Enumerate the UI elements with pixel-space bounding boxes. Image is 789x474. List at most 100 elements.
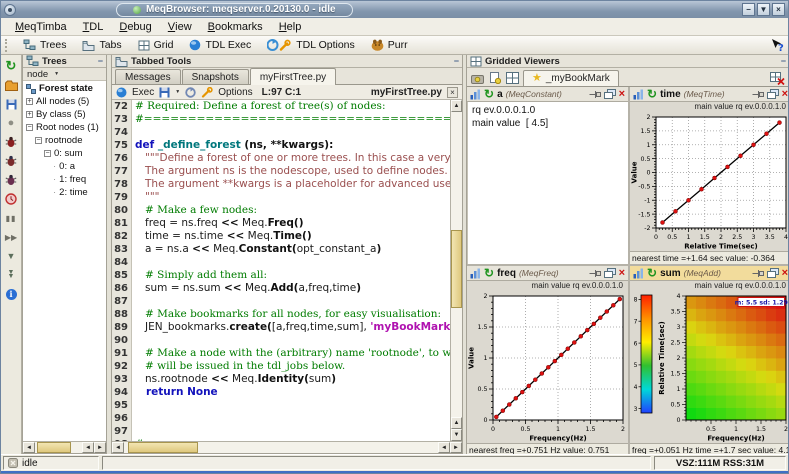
freq-plot[interactable]: 00.511.5200.511.52Frequency(Hz)Value [467, 291, 628, 443]
exec-icon[interactable] [116, 87, 127, 98]
pin-icon[interactable] [752, 269, 764, 278]
tree-item-root-nodes-1-[interactable]: −Root nodes (1) [23, 121, 106, 134]
down-icon[interactable]: ▼ [3, 248, 20, 264]
trees-hscrollbar[interactable]: ◄ ◄ ► [23, 441, 106, 453]
tree-expander-icon[interactable]: + [26, 98, 33, 105]
save-dropdown-icon[interactable]: ▼ [175, 89, 180, 95]
grid-layout-icon[interactable] [505, 70, 520, 86]
tree-expander-icon[interactable]: − [44, 150, 51, 157]
scroll-left-button[interactable]: ◄ [438, 442, 450, 453]
code-editor[interactable]: 72# Required: Define a forest of tree(s)… [112, 100, 450, 441]
float-icon[interactable] [767, 268, 779, 278]
options-icon[interactable] [201, 87, 213, 98]
options-button[interactable]: Options [218, 87, 252, 98]
toolbar-tabs[interactable]: Tabs [74, 37, 129, 54]
tree-item-forest-state[interactable]: Forest state [23, 82, 106, 95]
trees-minimize-button[interactable]: − [98, 56, 103, 66]
menu-debug[interactable]: Debug [111, 18, 159, 35]
scroll-up-button[interactable]: ▲ [451, 417, 462, 429]
scroll-left-button[interactable]: ◄ [112, 442, 124, 453]
close-icon[interactable]: × [619, 89, 625, 100]
refresh-icon[interactable]: ↻ [647, 267, 657, 279]
info-icon[interactable]: i [3, 286, 20, 302]
tree-item-0-sum[interactable]: −0: sum [23, 147, 106, 160]
tree-item-rootnode[interactable]: −rootnode [23, 134, 106, 147]
a-viewer-header[interactable]: ↻ a (MeqConstant) × [467, 87, 628, 102]
scroll-right-button[interactable]: ► [450, 442, 462, 453]
scroll-right-button[interactable]: ► [94, 442, 106, 453]
publish-icon[interactable] [470, 70, 485, 86]
save-icon[interactable] [159, 87, 170, 98]
toolbar-trees[interactable]: Trees [15, 37, 74, 54]
editor-hscrollbar[interactable]: ◄ ◄ ► [112, 441, 462, 453]
whats-this-icon[interactable]: ? [770, 38, 784, 53]
node-combo[interactable]: node ▼ [23, 68, 106, 81]
toolbar-purr[interactable]: Purr [363, 37, 416, 54]
shade-button[interactable]: ▼ [757, 3, 770, 16]
forward-icon[interactable]: ▶▶ [3, 229, 20, 245]
tab-messages[interactable]: Messages [115, 69, 181, 84]
close-icon[interactable]: × [782, 268, 788, 279]
pin-icon[interactable] [589, 269, 601, 278]
gridded-viewers-minimize-button[interactable]: − [781, 56, 786, 66]
menu-tdl[interactable]: TDL [75, 18, 112, 35]
clock-icon[interactable] [3, 191, 20, 207]
scroll-left-button[interactable]: ◄ [23, 442, 35, 453]
refresh-icon[interactable]: ↻ [484, 267, 494, 279]
menu-view[interactable]: View [160, 18, 200, 35]
exec-button[interactable]: Exec [132, 87, 154, 98]
tabbed-tools-minimize-button[interactable]: − [454, 56, 459, 66]
pin-icon[interactable] [752, 90, 764, 99]
bookmark-tab[interactable]: ★ _myBookMark [523, 70, 619, 86]
editor-close-button[interactable]: × [447, 87, 458, 98]
menu-help[interactable]: Help [271, 18, 310, 35]
toolbar-tdl-exec[interactable]: TDL Exec [181, 37, 259, 54]
bug1-icon[interactable] [3, 134, 20, 150]
window-menu-button[interactable] [4, 4, 16, 16]
sum-heatmap[interactable]: 0.511.5200.511.522.533.54Frequency(Hz)Re… [630, 291, 789, 443]
freq-viewer-header[interactable]: ↻ freq (MeqFreq) × [467, 266, 628, 281]
record-icon[interactable]: ● [3, 115, 20, 131]
sync-icon[interactable]: ↻ [3, 58, 20, 74]
tree-item-0-a[interactable]: ·0: a [23, 160, 106, 173]
tab-myfirsttree-py[interactable]: myFirstTree.py [250, 68, 336, 85]
pause-icon[interactable]: ▮▮ [3, 210, 20, 226]
titlebar[interactable]: MeqBrowser: meqserver.0.20130.0 - idle −… [1, 1, 788, 18]
bug3-icon[interactable] [3, 172, 20, 188]
close-icon[interactable]: × [782, 89, 788, 100]
a-value-view[interactable]: rq ev.0.0.0.1.0main value [ 4.5] [467, 102, 628, 264]
pin-icon[interactable] [589, 90, 601, 99]
close-icon[interactable]: × [619, 268, 625, 279]
minimize-button[interactable]: − [742, 3, 755, 16]
refresh-icon[interactable]: ↻ [484, 88, 494, 100]
bug2-icon[interactable] [3, 153, 20, 169]
float-icon[interactable] [604, 89, 616, 99]
tree-item-2-time[interactable]: ·2: time [23, 186, 106, 199]
menu-bookmarks[interactable]: Bookmarks [200, 18, 271, 35]
clear-grid-icon[interactable] [769, 70, 786, 86]
close-button[interactable]: × [772, 3, 785, 16]
menu-meqtimba[interactable]: MeqTimba [7, 18, 75, 35]
float-icon[interactable] [767, 89, 779, 99]
tree-item-by-class-5-[interactable]: +By class (5) [23, 108, 106, 121]
toolbar-handle[interactable] [5, 39, 10, 52]
scroll-thumb[interactable] [451, 230, 462, 308]
new-page-icon[interactable] [488, 70, 502, 86]
scroll-thumb[interactable] [128, 442, 198, 453]
tab-snapshots[interactable]: Snapshots [182, 69, 249, 84]
folder-icon[interactable] [3, 77, 20, 93]
scroll-up-button[interactable]: ▲ [451, 100, 462, 112]
reload-icon[interactable] [185, 87, 196, 98]
tree-expander-icon[interactable]: − [35, 137, 42, 144]
double-down-icon[interactable]: ▼▼ [3, 267, 20, 283]
refresh-icon[interactable]: ↻ [647, 88, 657, 100]
time-viewer-header[interactable]: ↻ time (MeqTime) × [630, 87, 789, 102]
tree-expander-icon[interactable]: − [26, 124, 33, 131]
float-icon[interactable] [604, 268, 616, 278]
sum-viewer-header[interactable]: ↻ sum (MeqAdd) × [630, 266, 789, 281]
toolbar-grid[interactable]: Grid [130, 37, 182, 54]
tree-item-all-nodes-5-[interactable]: +All nodes (5) [23, 95, 106, 108]
scroll-down-button[interactable]: ▼ [451, 429, 462, 441]
time-plot[interactable]: 00.511.522.533.54-2-1.5-1-0.500.511.52Re… [630, 112, 789, 251]
scroll-thumb[interactable] [37, 442, 71, 453]
